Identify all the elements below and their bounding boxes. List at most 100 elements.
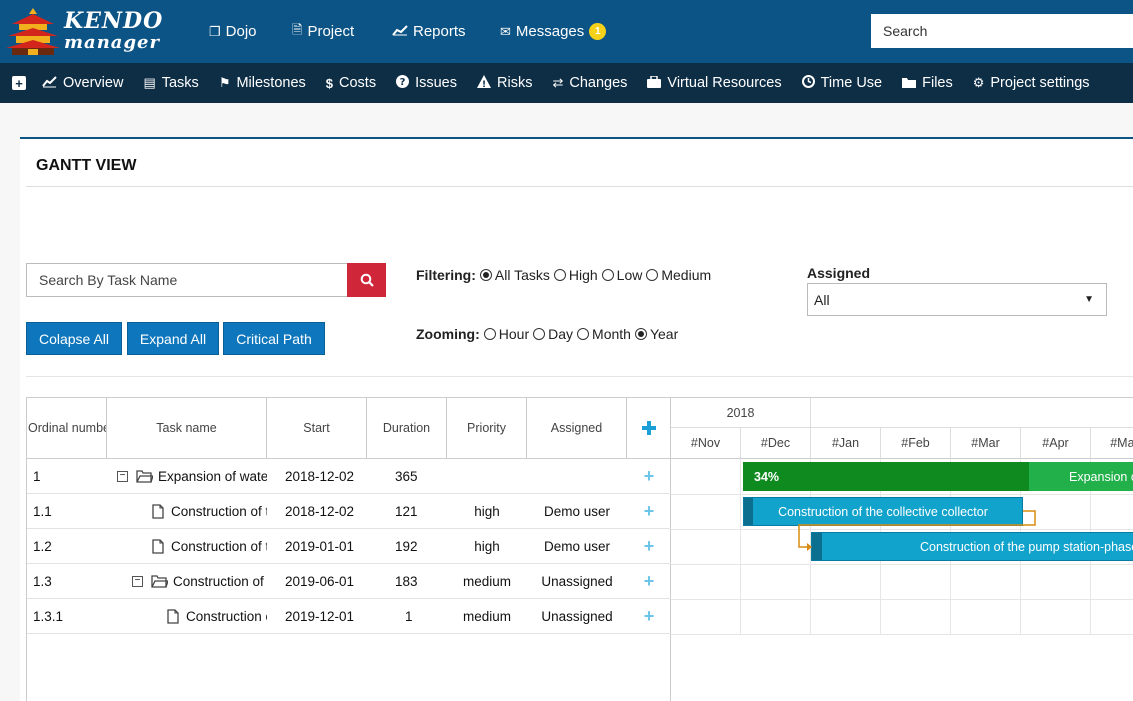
- filter-all-tasks-radio[interactable]: All Tasks: [479, 267, 550, 283]
- radio-empty-icon: [483, 328, 496, 340]
- folder-open-icon: [136, 469, 153, 483]
- add-plus-icon[interactable]: +: [12, 76, 26, 91]
- subnav-virtual-resources-label: Virtual Resources: [667, 75, 782, 91]
- nav-project-label: Project: [307, 23, 355, 40]
- subnav-costs[interactable]: $ Costs: [326, 75, 376, 91]
- filter-medium-label: Medium: [661, 267, 712, 283]
- cell-ordinal: 1: [33, 468, 41, 484]
- cell-task-name: − Expansion of water: [117, 459, 267, 493]
- cell-start: 2018-12-02: [285, 468, 355, 484]
- folder-open-icon: [151, 574, 168, 588]
- subnav-overview[interactable]: Overview: [42, 75, 123, 91]
- nav-reports[interactable]: Reports: [392, 0, 466, 63]
- radio-empty-icon: [601, 269, 614, 281]
- filter-low-radio[interactable]: Low: [601, 267, 642, 283]
- table-row[interactable]: 1.1 Construction of the collective colle…: [27, 494, 671, 529]
- cell-priority: [447, 459, 527, 493]
- table-row[interactable]: 1.2 Construction of the pump station 201…: [27, 529, 671, 564]
- nav-dojo[interactable]: ❐ Dojo: [209, 0, 257, 63]
- table-row[interactable]: 1.3.1 Construction of the 2019-12-01 1 m…: [27, 599, 671, 634]
- subnav-risks[interactable]: ! Risks: [477, 75, 532, 91]
- expand-all-button[interactable]: Expand All: [127, 322, 219, 355]
- column-header-start[interactable]: Start: [267, 398, 367, 459]
- cell-duration: 121: [395, 503, 418, 519]
- column-header-task-name[interactable]: Task name: [107, 398, 267, 459]
- page-title: GANTT VIEW: [36, 157, 137, 174]
- cell-assigned: Unassigned: [541, 573, 613, 589]
- subnav-project-settings-label: Project settings: [990, 75, 1090, 91]
- flag-icon: ⚑: [218, 75, 231, 90]
- file-icon: [167, 608, 179, 624]
- tasks-icon: ▤: [143, 75, 156, 90]
- gantt-chart: 2018 #Nov #Dec #Jan #Feb #Mar #Apr #May: [671, 397, 1133, 701]
- collapse-toggle-icon[interactable]: −: [132, 575, 143, 587]
- subnav-milestones[interactable]: ⚑ Milestones: [219, 75, 306, 91]
- cell-ordinal: 1.2: [33, 538, 52, 554]
- copy-icon: ❐: [209, 23, 221, 39]
- assigned-select[interactable]: All ▼: [807, 283, 1107, 316]
- subnav-milestones-label: Milestones: [236, 75, 306, 91]
- collapse-all-button[interactable]: Colapse All: [26, 322, 122, 355]
- add-subtask-button[interactable]: +: [627, 599, 671, 633]
- assigned-selected-value: All: [814, 291, 830, 308]
- column-header-duration[interactable]: Duration: [367, 398, 447, 459]
- subnav-tasks[interactable]: ▤ Tasks: [143, 75, 198, 91]
- cell-assigned: Demo user: [543, 503, 611, 519]
- kendo-logo[interactable]: KENDO manager: [4, 6, 162, 58]
- subnav-project-settings[interactable]: ⚙ Project settings: [973, 75, 1090, 91]
- add-task-header-button[interactable]: [627, 398, 671, 459]
- assigned-label: Assigned: [807, 265, 871, 281]
- zoom-hour-radio[interactable]: Hour: [483, 326, 529, 342]
- add-subtask-button[interactable]: +: [627, 494, 671, 528]
- zooming-label: Zooming:: [416, 326, 480, 342]
- subnav-files[interactable]: Files: [902, 75, 953, 91]
- envelope-icon: ✉: [500, 23, 511, 39]
- task-search-input[interactable]: [26, 263, 348, 297]
- zoom-year-radio[interactable]: Year: [634, 326, 678, 342]
- nav-messages[interactable]: ✉ Messages 1: [500, 0, 607, 63]
- search-icon: [360, 273, 374, 287]
- cell-start: 2018-12-02: [285, 503, 355, 519]
- logo-text-manager: manager: [64, 32, 160, 53]
- cogs-icon: ⚙: [972, 75, 985, 90]
- table-row[interactable]: 1 − Expansion of water 2018-12-02 365 +: [27, 459, 671, 494]
- column-header-ordinal[interactable]: Ordinal number: [27, 398, 107, 459]
- collapse-toggle-icon[interactable]: −: [117, 470, 128, 482]
- subnav-issues[interactable]: ? Issues: [396, 75, 457, 91]
- filtering-label: Filtering:: [416, 267, 476, 283]
- subnav-virtual-resources[interactable]: Virtual Resources: [647, 74, 782, 91]
- pagoda-icon: [6, 8, 60, 55]
- cell-assigned: Demo user: [543, 538, 611, 554]
- plus-icon: [642, 421, 656, 435]
- nav-project[interactable]: 🗎 Project: [292, 0, 354, 63]
- cell-start: 2019-06-01: [285, 573, 355, 589]
- dropdown-caret-icon: ▼: [1084, 294, 1094, 305]
- table-row[interactable]: 1.3 − Construction of the network 2019-0…: [27, 564, 671, 599]
- cell-assigned: [527, 459, 627, 493]
- radio-empty-icon: [553, 269, 566, 281]
- subnav-tasks-label: Tasks: [161, 75, 199, 91]
- cell-priority: medium: [462, 608, 511, 624]
- zoom-month-radio[interactable]: Month: [577, 326, 631, 342]
- cell-priority: medium: [462, 573, 511, 589]
- nav-reports-label: Reports: [413, 23, 466, 40]
- svg-text:!: !: [482, 80, 486, 88]
- filter-high-radio[interactable]: High: [553, 267, 598, 283]
- cell-priority: high: [474, 538, 500, 554]
- radio-selected-icon: [479, 269, 492, 281]
- add-subtask-button[interactable]: +: [627, 459, 671, 493]
- project-subnav: + Overview ▤ Tasks ⚑ Milestones $ Costs ? Is…: [0, 63, 1133, 103]
- task-search-button[interactable]: [347, 263, 386, 297]
- subnav-changes[interactable]: ⇄ Changes: [552, 75, 627, 91]
- subnav-time-use[interactable]: Time Use: [801, 75, 882, 91]
- column-header-priority[interactable]: Priority: [447, 398, 527, 459]
- filter-medium-radio[interactable]: Medium: [646, 267, 711, 283]
- filter-high-label: High: [568, 267, 598, 283]
- area-chart-icon: [42, 75, 57, 91]
- global-search-input[interactable]: [871, 14, 1133, 48]
- column-header-assigned[interactable]: Assigned: [527, 398, 627, 459]
- add-subtask-button[interactable]: +: [627, 529, 671, 563]
- zoom-day-radio[interactable]: Day: [533, 326, 573, 342]
- critical-path-button[interactable]: Critical Path: [223, 322, 325, 355]
- add-subtask-button[interactable]: +: [627, 564, 671, 598]
